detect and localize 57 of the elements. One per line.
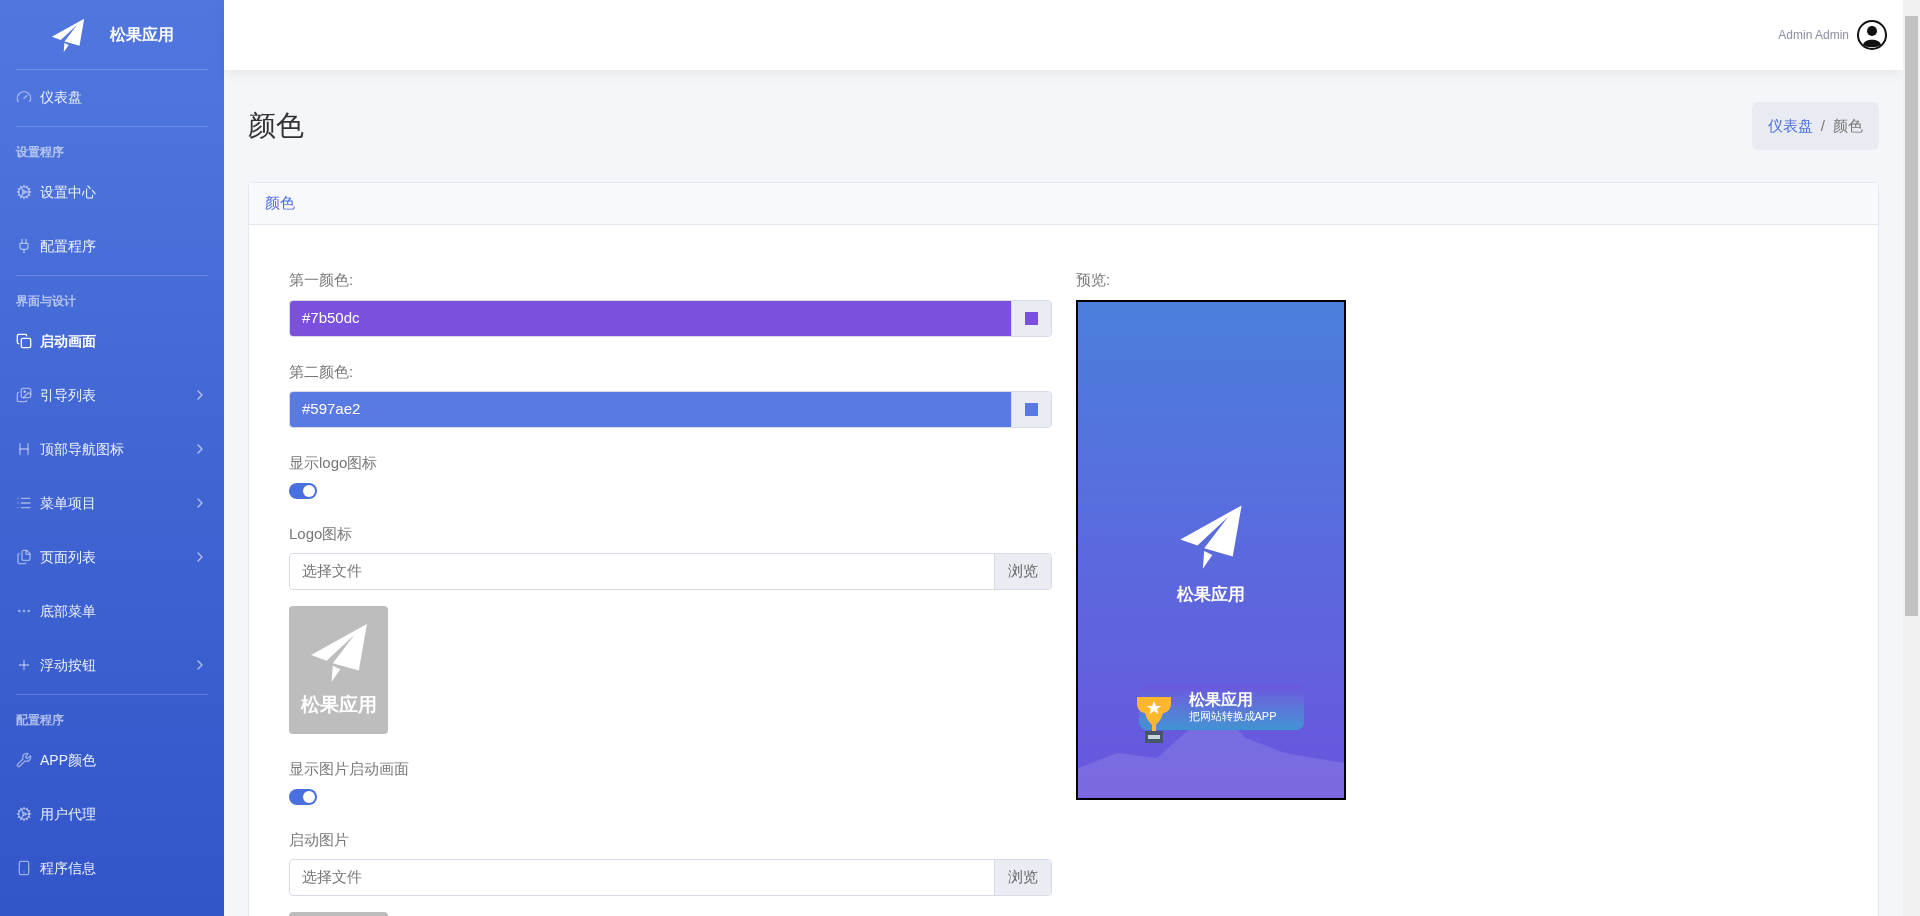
browse-button[interactable]: 浏览 — [994, 860, 1051, 895]
sidebar-item[interactable]: 设置中心 — [16, 165, 208, 219]
sidebar-item[interactable]: 引导列表 — [16, 368, 208, 422]
user-name: Admin Admin — [1778, 27, 1849, 44]
file-input[interactable]: 选择文件 浏览 — [289, 859, 1052, 896]
sidebar-item[interactable]: 顶部导航图标 — [16, 422, 208, 476]
color-swatch — [1025, 311, 1038, 325]
sidebar-section-heading: 界面与设计 — [16, 293, 77, 310]
app-name: 松果应用 — [1177, 583, 1245, 606]
field-label: 显示图片启动画面 — [289, 759, 410, 779]
banner-title: 松果应用 — [1188, 690, 1254, 711]
sidebar-item[interactable]: 菜单项目 — [16, 476, 208, 530]
heading-icon — [16, 441, 32, 457]
copy-icon — [16, 333, 32, 349]
toggle-switch[interactable] — [289, 788, 317, 805]
color-input[interactable]: #7b50dc — [289, 299, 1052, 337]
field-label: 启动图片 — [289, 829, 350, 850]
avatar-icon[interactable] — [1857, 20, 1887, 50]
phone-icon — [16, 860, 32, 876]
page-title: 颜色 — [248, 109, 304, 143]
plug-icon — [16, 238, 32, 254]
sidebar-section-heading: 设置程序 — [16, 144, 65, 161]
toggle-switch[interactable] — [289, 482, 317, 499]
color-swatch — [1025, 403, 1038, 416]
brand-name: 松果应用 — [110, 24, 174, 45]
sidebar-item[interactable]: APP颜色 — [16, 733, 208, 787]
logo-caption: 松果应用 — [300, 692, 377, 717]
field-label: 第二颜色: — [289, 361, 355, 382]
banner-subtitle: 把网站转换成APP — [1188, 710, 1278, 724]
images-icon — [16, 387, 32, 403]
file-input[interactable]: 选择文件 浏览 — [289, 553, 1052, 590]
field-label: Logo图标 — [289, 523, 354, 544]
plus-icon — [16, 657, 32, 673]
sidebar-item[interactable]: 底部菜单 — [16, 584, 208, 638]
wrench-icon — [16, 752, 32, 768]
list-icon — [16, 495, 32, 511]
sidebar-item[interactable]: 用户代理 — [16, 787, 208, 841]
sidebar-section-heading: 配置程序 — [16, 712, 65, 729]
plane-logo-icon — [50, 16, 86, 53]
breadcrumb-separator: / — [1820, 115, 1825, 136]
sidebar-item[interactable]: 启动画面 — [16, 314, 208, 368]
color-input[interactable]: #597ae2 — [289, 391, 1052, 428]
browse-button[interactable]: 浏览 — [994, 554, 1051, 589]
field-label: 显示logo图标 — [289, 453, 379, 473]
sidebar-item[interactable]: 页面列表 — [16, 530, 208, 584]
field-label: 第一颜色: — [289, 270, 355, 290]
scrollbar[interactable] — [1903, 0, 1920, 916]
sidebar-item[interactable]: 浮动按钮 — [16, 638, 208, 692]
breadcrumb-link[interactable]: 仪表盘 — [1767, 114, 1813, 138]
sidebar-item[interactable]: 仪表盘 — [16, 70, 208, 124]
card-title: 颜色 — [265, 193, 295, 214]
files-icon — [16, 549, 32, 565]
sidebar-item[interactable]: 配置程序 — [16, 219, 208, 273]
breadcrumb-current: 颜色 — [1833, 115, 1863, 136]
preview-label: 预览: — [1076, 270, 1112, 290]
sidebar-item[interactable]: 程序信息 — [16, 841, 208, 895]
gauge-icon — [16, 89, 32, 105]
